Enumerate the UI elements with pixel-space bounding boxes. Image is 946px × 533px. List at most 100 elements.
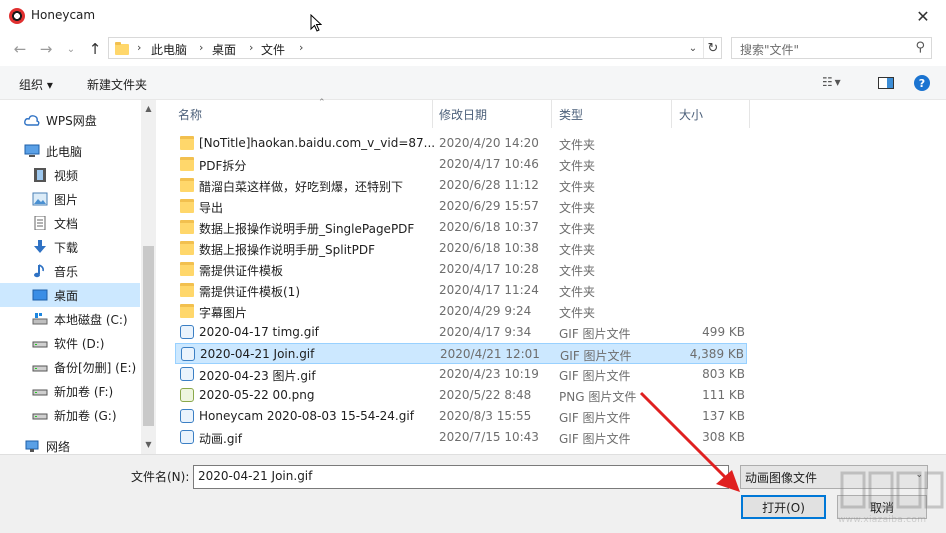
sidebar-item-drive-d[interactable]: 软件 (D:) <box>0 331 140 355</box>
file-row[interactable]: 2020-04-17 timg.gif 2020/4/17 9:34 GIF 图片文… <box>175 322 747 343</box>
sidebar-item-this-pc[interactable]: 此电脑 <box>0 139 140 163</box>
breadcrumb-separator[interactable]: › <box>299 41 303 54</box>
sidebar-item-pictures[interactable]: 图片 <box>0 187 140 211</box>
organize-button[interactable]: 组织 ▾ <box>19 76 53 93</box>
column-header-type[interactable]: 类型 <box>559 100 671 128</box>
document-icon <box>34 216 46 230</box>
folder-icon <box>180 136 194 150</box>
column-header-date[interactable]: 修改日期 <box>439 100 551 128</box>
scroll-down-arrow-icon[interactable]: ▼ <box>141 436 156 452</box>
file-date: 2020/4/29 9:24 <box>439 304 532 318</box>
close-button[interactable]: ✕ <box>908 4 938 28</box>
column-header-name-label: 名称 <box>178 107 203 122</box>
breadcrumb-files[interactable]: 文件 <box>261 41 285 58</box>
file-type: GIF 图片文件 <box>559 432 631 446</box>
file-type: PNG 图片文件 <box>559 390 637 404</box>
file-date: 2020/4/17 11:24 <box>439 283 539 297</box>
column-header-size[interactable]: 大小 <box>679 100 749 128</box>
file-row[interactable]: 字幕图片 2020/4/29 9:24 文件夹 <box>175 301 747 322</box>
file-name: 字幕图片 <box>199 306 248 320</box>
gif-file-icon <box>180 325 194 339</box>
search-icon[interactable]: ⚲ <box>915 40 925 55</box>
sidebar-item-drive-c[interactable]: 本地磁盘 (C:) <box>0 307 140 331</box>
file-row[interactable]: 2020-04-21 Join.gif 2020/4/21 12:01 GIF 图片… <box>175 343 747 364</box>
sidebar-item-downloads[interactable]: 下载 <box>0 235 140 259</box>
recent-locations-chevron-icon[interactable]: ⌄ <box>60 38 82 60</box>
address-dropdown-icon[interactable]: ⌄ <box>683 39 703 57</box>
sidebar-item-label: 图片 <box>54 192 79 207</box>
sidebar-item-desktop[interactable]: 桌面 <box>0 283 140 307</box>
file-row[interactable]: 2020-05-22 00.png 2020/5/22 8:48 PNG 图片文件 1… <box>175 385 747 406</box>
file-row[interactable]: PDF拆分 2020/4/17 10:46 文件夹 <box>175 154 747 175</box>
gif-file-icon <box>180 409 194 423</box>
sidebar-item-drive-f[interactable]: 新加卷 (F:) <box>0 379 140 403</box>
file-name: 数据上报操作说明手册_SplitPDF <box>199 243 375 257</box>
file-row[interactable]: 导出 2020/6/29 15:57 文件夹 <box>175 196 747 217</box>
breadcrumb-separator[interactable]: › <box>249 41 253 54</box>
new-folder-button[interactable]: 新建文件夹 <box>87 76 147 93</box>
file-type: GIF 图片文件 <box>559 369 631 383</box>
filetype-value: 动画图像文件 <box>745 471 818 485</box>
breadcrumb-separator[interactable]: › <box>199 41 203 54</box>
sidebar-item-music[interactable]: 音乐 <box>0 259 140 283</box>
sidebar-item-label: 新加卷 (G:) <box>54 408 117 423</box>
open-button[interactable]: 打开(O) <box>741 495 826 519</box>
file-type: 文件夹 <box>559 180 596 194</box>
forward-arrow-icon[interactable]: → <box>35 38 57 60</box>
refresh-icon[interactable]: ↻ <box>703 38 722 58</box>
file-name: 2020-04-21 Join.gif <box>200 347 315 361</box>
sidebar-item-label: 文档 <box>54 216 79 231</box>
file-type: 文件夹 <box>559 201 596 215</box>
folder-icon <box>180 199 194 213</box>
file-name: 需提供证件模板 <box>199 264 284 278</box>
windows-drive-icon <box>32 313 48 325</box>
view-options-icon[interactable]: ☷ ▾ <box>822 75 841 89</box>
sidebar-scroll-thumb[interactable] <box>143 246 154 426</box>
file-row[interactable]: 醋溜白菜这样做，好吃到爆，还特别下 2020/6/28 11:12 文件夹 <box>175 175 747 196</box>
file-name: 2020-04-23 图片.gif <box>199 369 316 383</box>
scroll-up-arrow-icon[interactable]: ▲ <box>141 100 156 116</box>
sidebar-item-drive-g[interactable]: 新加卷 (G:) <box>0 403 140 427</box>
file-row[interactable]: 需提供证件模板(1) 2020/4/17 11:24 文件夹 <box>175 280 747 301</box>
file-size: 499 KB <box>702 325 745 339</box>
watermark-logo: www.xiazaiba.com <box>836 465 946 533</box>
sidebar-item-wps-cloud[interactable]: WPS网盘 <box>0 108 140 132</box>
sidebar-item-documents[interactable]: 文档 <box>0 211 140 235</box>
title-bar: Honeycam ✕ <box>0 0 946 32</box>
sidebar-item-drive-e[interactable]: 备份[勿删] (E:) <box>0 355 140 379</box>
column-header-name[interactable]: 名称 ⌃ <box>178 98 432 128</box>
preview-pane-icon[interactable] <box>878 77 894 89</box>
filename-input[interactable]: 2020-04-21 Join.gif <box>193 465 729 489</box>
sidebar-item-label: 软件 (D:) <box>54 336 105 351</box>
column-divider[interactable] <box>671 100 672 128</box>
picture-icon <box>32 192 48 206</box>
file-type: GIF 图片文件 <box>560 349 632 363</box>
column-divider[interactable] <box>432 100 433 128</box>
file-date: 2020/4/17 10:46 <box>439 157 539 171</box>
drive-icon <box>32 365 48 372</box>
file-row[interactable]: 2020-04-23 图片.gif 2020/4/23 10:19 GIF 图片文件… <box>175 364 747 385</box>
file-date: 2020/4/20 14:20 <box>439 136 539 150</box>
sidebar-item-label: 备份[勿删] (E:) <box>54 360 137 375</box>
help-icon[interactable]: ? <box>914 75 930 91</box>
file-row[interactable]: 数据上报操作说明手册_SinglePagePDF 2020/6/18 10:37 文… <box>175 217 747 238</box>
back-arrow-icon[interactable]: ← <box>9 38 31 60</box>
breadcrumb-this-pc[interactable]: 此电脑 <box>151 41 187 58</box>
organize-label: 组织 <box>19 78 44 92</box>
column-divider[interactable] <box>749 100 750 128</box>
file-date: 2020/6/18 10:38 <box>439 241 539 255</box>
file-name: 2020-04-17 timg.gif <box>199 325 319 339</box>
up-arrow-icon[interactable]: ↑ <box>84 38 106 60</box>
address-bar[interactable]: › 此电脑 › 桌面 › 文件 › ⌄ ↻ <box>108 37 722 59</box>
sidebar-item-video[interactable]: 视频 <box>0 163 140 187</box>
file-row[interactable]: Honeycam 2020-08-03 15-54-24.gif 2020/8/3… <box>175 406 747 427</box>
breadcrumb-desktop[interactable]: 桌面 <box>212 41 236 58</box>
file-list-scrollbar[interactable] <box>932 100 946 454</box>
file-row[interactable]: 需提供证件模板 2020/4/17 10:28 文件夹 <box>175 259 747 280</box>
file-row[interactable]: 动画.gif 2020/7/15 10:43 GIF 图片文件 308 KB <box>175 427 747 448</box>
file-row[interactable]: [NoTitle]haokan.baidu.com_v_vid=87... 202… <box>175 133 747 154</box>
navigation-pane: WPS网盘 此电脑 视频 图片 文档 下载 音乐 桌面 本地磁盘 (C:) 软件… <box>0 100 156 454</box>
column-divider[interactable] <box>551 100 552 128</box>
file-row[interactable]: 数据上报操作说明手册_SplitPDF 2020/6/18 10:38 文件夹 <box>175 238 747 259</box>
search-input[interactable]: 搜索"文件" ⚲ <box>731 37 932 59</box>
